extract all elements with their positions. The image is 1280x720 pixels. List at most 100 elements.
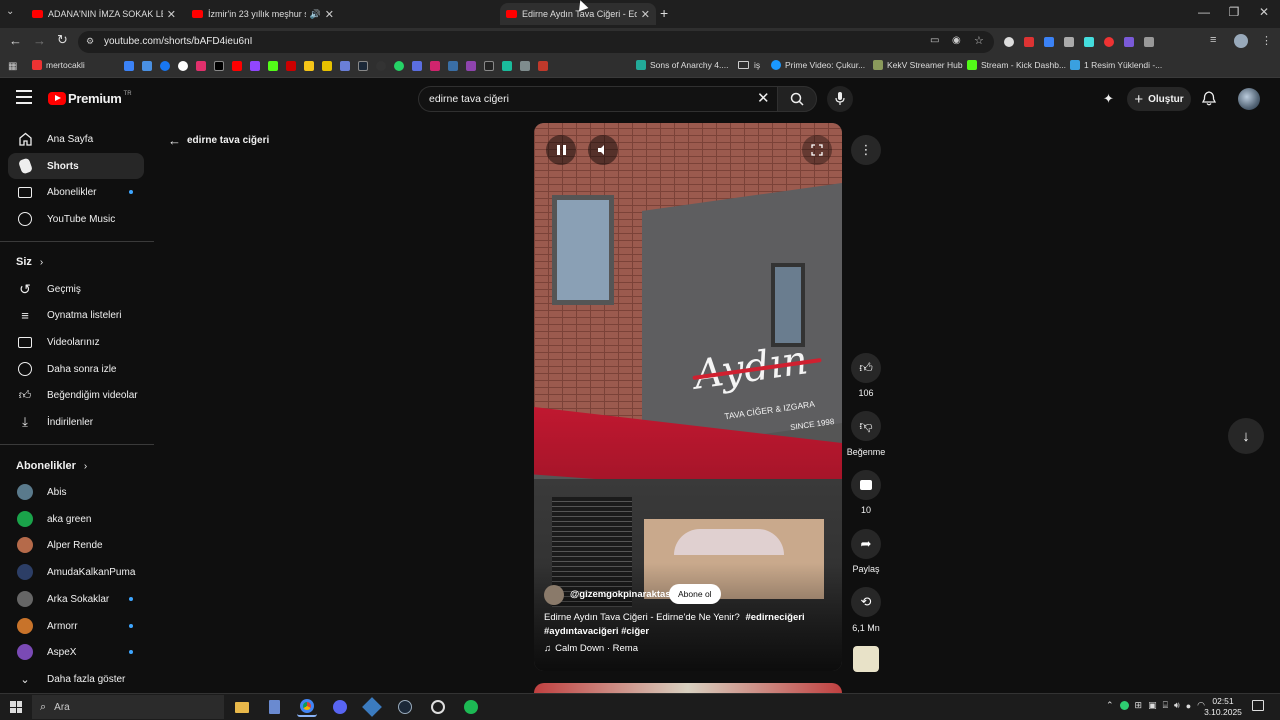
sidebar-item-history[interactable]: ↺ Geçmiş [8,276,144,302]
bookmark-icon[interactable] [520,61,530,71]
bookmark-resim[interactable]: 1 Resim Yüklendi -... [1070,60,1162,70]
clock-time[interactable]: 02:51 [1206,696,1240,706]
extension-icon[interactable] [1084,37,1094,47]
bookmark-icon[interactable] [340,61,350,71]
sidebar-item-youtube-music[interactable]: YouTube Music [8,206,144,232]
facebook-icon[interactable] [160,61,170,71]
app-icon[interactable] [362,697,382,717]
pause-button[interactable] [546,135,576,165]
bookmark-icon[interactable] [142,61,152,71]
forward-icon[interactable]: → [33,33,46,48]
close-tab-icon[interactable]: ✕ [167,8,176,21]
install-app-icon[interactable]: ▭ [930,35,939,46]
calculator-icon[interactable] [264,697,284,717]
sidebar-item-subscriptions[interactable]: Abonelikler [8,179,144,205]
discord-icon[interactable] [330,697,350,717]
like-button[interactable]: 👍︎ [851,353,881,383]
sidebar-section-subscriptions[interactable]: Abonelikler › [16,460,87,472]
taskbar-search-box[interactable]: ⌕ Ara [32,695,224,719]
speaker-icon[interactable]: 🔊 [310,9,321,20]
close-tab-icon[interactable]: ✕ [641,8,650,21]
fullscreen-button[interactable] [802,135,832,165]
next-short-preview[interactable] [534,683,842,693]
youtube-premium-logo[interactable]: Premium TR [48,91,132,106]
hashtag-link[interactable]: #ciğer [621,626,649,637]
restore-icon[interactable]: ❐ [1220,5,1248,19]
search-box[interactable]: edirne tava ciğeri ✕ [418,86,778,112]
subscription-item[interactable]: Arka Sokaklar [8,586,144,612]
bookmark-icon[interactable] [466,61,476,71]
extension-icon[interactable] [1124,37,1134,47]
tracking-hidden-icon[interactable]: ◉ [952,35,961,46]
adblock-extension-icon[interactable] [1024,37,1034,47]
subscription-item[interactable]: AspeX [8,639,144,665]
browser-tab-1[interactable]: ADANA'NIN İMZA SOKAK LEZZ ✕ [26,3,182,25]
spotify-icon[interactable] [461,697,481,717]
bookmark-kekv[interactable]: KekV Streamer Hub [873,60,963,70]
subscription-item[interactable]: AmudaKalkanPuma [8,559,144,585]
next-short-button[interactable]: ↓ [1228,418,1264,454]
close-tab-icon[interactable]: ✕ [325,8,334,21]
browser-tab-2[interactable]: İzmir'in 23 yıllık meşhur san 🔊 ✕ [186,3,340,25]
remix-button[interactable]: ⟲ [851,587,881,617]
tray-app-icon[interactable] [1119,701,1129,710]
tray-overflow-chevron-icon[interactable]: ⌃ [1106,700,1114,711]
whatsapp-icon[interactable] [394,61,404,71]
bookmark-icon[interactable] [124,61,134,71]
extension-icon[interactable] [1064,37,1074,47]
sidebar-item-your-videos[interactable]: Videolarınız [8,329,144,355]
back-to-results-link[interactable]: ← edirne tava ciğeri [168,133,269,148]
bookmark-icon[interactable] [304,61,314,71]
channel-name[interactable]: @gizemgokpinaraktas [570,589,671,600]
reload-icon[interactable]: ↻ [57,32,68,48]
x-icon[interactable] [214,61,224,71]
dislike-button[interactable]: 👎︎ [851,411,881,441]
instagram-icon[interactable] [196,61,206,71]
tray-app-icon[interactable]: ⊞ [1135,700,1143,711]
twitch-icon[interactable] [250,61,260,71]
sidebar-item-downloads[interactable]: ⤓ İndirilenler [8,409,144,435]
new-tab-icon[interactable]: + [660,5,668,21]
share-button[interactable]: ➦ [851,529,881,559]
bookmark-mertocakli[interactable]: mertocakli [32,60,85,70]
profile-avatar[interactable] [1234,34,1248,48]
search-button[interactable] [777,86,817,112]
sidebar-item-playlists[interactable]: ≡ Oynatma listeleri [8,302,144,328]
extension-icon[interactable] [1044,37,1054,47]
microphone-icon[interactable]: ● [1186,701,1191,711]
app-icon[interactable] [428,697,448,717]
sidebar-item-liked-videos[interactable]: 👍︎ Beğendiğim videolar [8,382,144,408]
google-icon[interactable] [178,61,188,71]
channel-avatar[interactable] [544,585,564,605]
site-info-icon[interactable]: ⚙ [86,36,94,47]
more-options-button[interactable]: ⋮ [851,135,881,165]
minimize-icon[interactable]: — [1190,5,1218,19]
sound-thumbnail[interactable] [853,646,879,672]
show-more-button[interactable]: ⌄ Daha fazla göster [8,666,144,692]
subscription-item[interactable]: Abis [8,479,144,505]
bookmark-icon[interactable] [322,61,332,71]
music-link[interactable]: ♫ Calm Down · Rema [544,643,638,654]
voice-search-button[interactable] [827,86,853,112]
subscription-item[interactable]: aka green [8,506,144,532]
bookmark-sons-of-anarchy[interactable]: Sons of Anarchy 4.... [636,60,728,70]
windows-start-icon[interactable] [10,701,22,713]
bookmark-folder-is[interactable]: iş [738,60,760,70]
steam-icon[interactable] [358,61,368,71]
bookmark-icon[interactable] [286,61,296,71]
tab-search-chevron-icon[interactable]: ⌄ [6,6,14,17]
file-explorer-icon[interactable] [232,697,252,717]
shorts-video-player[interactable]: Aydın TAVA CİĞER & IZGARA SINCE 1998 @gi… [534,123,842,671]
steam-icon[interactable] [395,697,415,717]
network-icon[interactable]: ⌸ [1163,700,1168,711]
kick-icon[interactable] [268,61,278,71]
mute-button[interactable] [588,135,618,165]
clear-search-icon[interactable]: ✕ [757,89,770,107]
extension-icon[interactable] [1004,37,1014,47]
create-button[interactable]: + Oluştur [1127,87,1191,111]
extensions-puzzle-icon[interactable] [1144,37,1154,47]
sidebar-section-you[interactable]: Siz › [16,256,43,268]
volume-icon[interactable]: 🔊︎ [1174,700,1180,711]
media-control-icon[interactable]: ≡ [1210,34,1216,46]
apps-grid-icon[interactable]: ▦ [8,61,17,72]
